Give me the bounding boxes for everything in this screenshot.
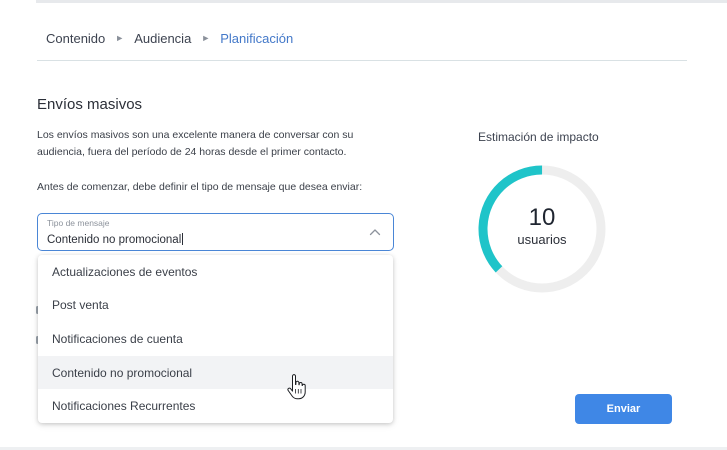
- section-description: Los envíos masivos son una excelente man…: [37, 127, 397, 161]
- option-post-venta[interactable]: Post venta: [38, 289, 393, 323]
- message-type-dropdown: Actualizaciones de eventos Post venta No…: [38, 255, 393, 423]
- breadcrumb-separator-icon: ►: [115, 33, 125, 43]
- impact-value: 10: [528, 204, 556, 231]
- section-title: Envíos masivos: [37, 96, 143, 113]
- breadcrumb-planificacion: Planificación: [220, 30, 294, 46]
- top-edge: [36, 0, 727, 3]
- message-type-select[interactable]: Tipo de mensaje Contenido no promocional: [37, 213, 394, 251]
- description-line: Los envíos masivos son una excelente man…: [37, 129, 354, 141]
- option-notificaciones-de-cuenta[interactable]: Notificaciones de cuenta: [38, 322, 393, 356]
- breadcrumb-divider: [37, 60, 687, 61]
- hand-pointer-icon: [287, 374, 306, 400]
- description-line: audiencia, fuera del período de 24 horas…: [37, 146, 347, 158]
- instruction-text: Antes de comenzar, debe definir el tipo …: [37, 181, 363, 193]
- impact-title: Estimación de impacto: [478, 130, 599, 144]
- option-actualizaciones-de-eventos[interactable]: Actualizaciones de eventos: [38, 255, 393, 289]
- option-notificaciones-recurrentes[interactable]: Notificaciones Recurrentes: [38, 389, 393, 423]
- select-label: Tipo de mensaje: [47, 218, 110, 228]
- breadcrumb: Contenido ► Audiencia ► Planificación: [46, 29, 293, 47]
- breadcrumb-contenido[interactable]: Contenido: [46, 31, 105, 46]
- breadcrumb-separator-icon: ►: [201, 33, 211, 43]
- option-contenido-no-promocional[interactable]: Contenido no promocional: [38, 355, 393, 390]
- breadcrumb-audiencia[interactable]: Audiencia: [134, 31, 191, 46]
- chevron-up-icon[interactable]: [369, 227, 381, 237]
- send-button[interactable]: Enviar: [575, 394, 672, 424]
- impact-unit: usuarios: [517, 232, 567, 247]
- select-value: Contenido no promocional: [47, 234, 182, 246]
